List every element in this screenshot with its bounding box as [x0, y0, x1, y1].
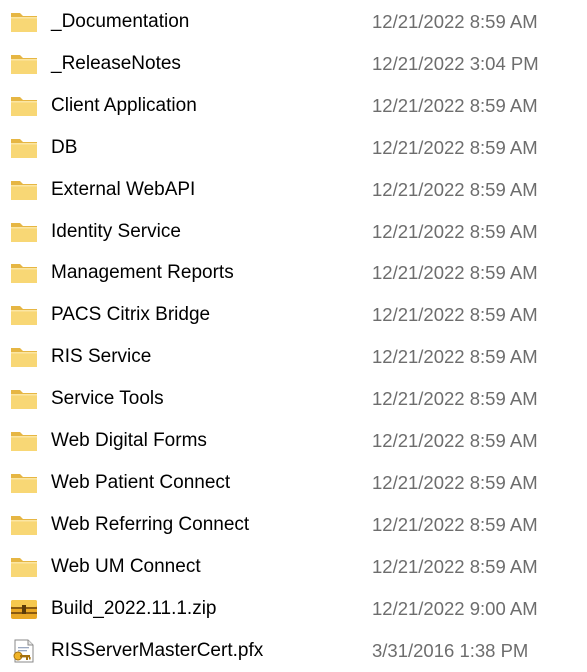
- folder-icon: [10, 303, 38, 327]
- file-row[interactable]: Identity Service 12/21/2022 8:59 AM: [0, 211, 587, 253]
- date-modified: 12/21/2022 8:59 AM: [372, 513, 538, 535]
- date-modified: 12/21/2022 8:59 AM: [372, 471, 538, 493]
- file-row[interactable]: _Documentation 12/21/2022 8:59 AM: [0, 1, 587, 43]
- file-row[interactable]: PACS Citrix Bridge 12/21/2022 8:59 AM: [0, 294, 587, 336]
- file-name: Management Reports: [51, 262, 234, 284]
- certificate-file-icon: [10, 639, 38, 663]
- file-row[interactable]: Web UM Connect 12/21/2022 8:59 AM: [0, 546, 587, 588]
- date-modified: 12/21/2022 8:59 AM: [372, 430, 538, 451]
- folder-icon: [10, 94, 38, 118]
- date-modified: 12/21/2022 8:59 AM: [372, 178, 538, 200]
- date-modified: 12/21/2022 8:59 AM: [372, 11, 538, 32]
- file-name: _Documentation: [51, 11, 190, 32]
- date-modified: 12/21/2022 8:59 AM: [372, 555, 538, 577]
- file-row[interactable]: Service Tools 12/21/2022 8:59 AM: [0, 378, 587, 420]
- file-row[interactable]: External WebAPI 12/21/2022 8:59 AM: [0, 169, 587, 211]
- date-modified: 12/21/2022 8:59 AM: [372, 262, 538, 284]
- folder-icon: [10, 178, 38, 202]
- folder-icon: [10, 555, 38, 579]
- file-name: Web UM Connect: [51, 555, 201, 577]
- date-modified: 12/21/2022 8:59 AM: [372, 388, 538, 410]
- folder-icon: [10, 471, 38, 495]
- file-name: RISServerMasterCert.pfx: [51, 639, 264, 661]
- file-row[interactable]: Management Reports 12/21/2022 8:59 AM: [0, 252, 587, 294]
- file-name: Web Patient Connect: [51, 471, 231, 493]
- folder-icon: [10, 220, 38, 244]
- file-row[interactable]: RIS Service 12/21/2022 8:59 AM: [0, 336, 587, 378]
- file-name: Web Digital Forms: [51, 430, 207, 451]
- folder-icon: [10, 136, 38, 160]
- date-modified: 3/31/2016 1:38 PM: [372, 639, 529, 661]
- date-modified: 12/21/2022 3:04 PM: [372, 52, 539, 74]
- file-row[interactable]: Client Application 12/21/2022 8:59 AM: [0, 85, 587, 127]
- file-row[interactable]: RISServerMasterCert.pfx 3/31/2016 1:38 PM: [0, 630, 587, 672]
- file-name: Build_2022.11.1.zip: [51, 597, 217, 619]
- file-name: RIS Service: [51, 346, 152, 368]
- folder-icon: [10, 52, 38, 76]
- file-row[interactable]: _ReleaseNotes 12/21/2022 3:04 PM: [0, 43, 587, 85]
- file-name: _ReleaseNotes: [51, 52, 181, 74]
- file-row[interactable]: Web Patient Connect 12/21/2022 8:59 AM: [0, 462, 587, 504]
- date-modified: 12/21/2022 8:59 AM: [372, 94, 538, 116]
- file-row[interactable]: DB 12/21/2022 8:59 AM: [0, 127, 587, 169]
- folder-icon: [10, 261, 38, 285]
- file-name: Identity Service: [51, 220, 181, 242]
- file-name: Service Tools: [51, 388, 164, 410]
- folder-icon: [10, 429, 38, 453]
- file-name: Client Application: [51, 94, 197, 116]
- file-name: DB: [51, 136, 78, 158]
- file-row[interactable]: Web Digital Forms 12/21/2022 8:59 AM: [0, 420, 587, 462]
- file-name: PACS Citrix Bridge: [51, 304, 211, 326]
- folder-icon: [10, 10, 38, 34]
- folder-icon: [10, 513, 38, 537]
- zip-archive-icon: [10, 597, 38, 621]
- date-modified: 12/21/2022 8:59 AM: [372, 220, 538, 242]
- folder-icon: [10, 387, 38, 411]
- date-modified: 12/21/2022 8:59 AM: [372, 346, 538, 368]
- file-name: Web Referring Connect: [51, 513, 250, 535]
- file-list: _Documentation 12/21/2022 8:59 AM _Releas…: [0, 0, 587, 668]
- date-modified: 12/21/2022 8:59 AM: [372, 304, 538, 326]
- file-row[interactable]: Web Referring Connect 12/21/2022 8:59 AM: [0, 504, 587, 546]
- file-name: External WebAPI: [51, 178, 196, 200]
- folder-icon: [10, 345, 38, 369]
- file-row[interactable]: Build_2022.11.1.zip 12/21/2022 9:00 AM: [0, 588, 587, 630]
- date-modified: 12/21/2022 8:59 AM: [372, 136, 538, 158]
- date-modified: 12/21/2022 9:00 AM: [372, 597, 538, 619]
